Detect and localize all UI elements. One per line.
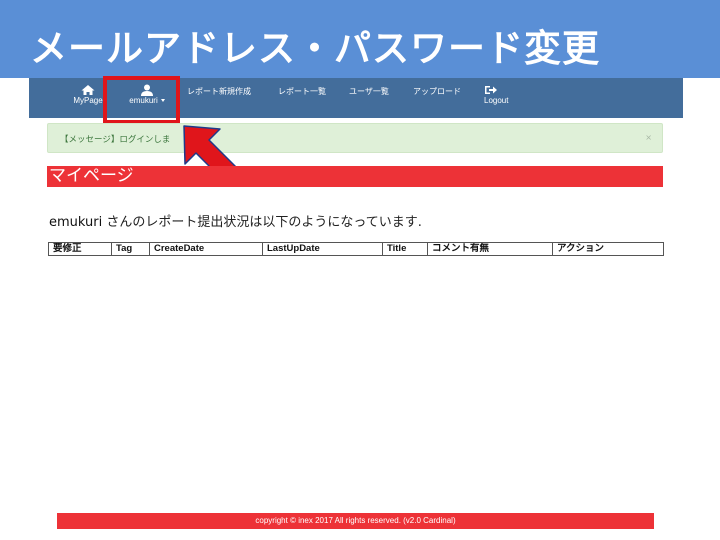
nav-item-logout[interactable]: Logout: [484, 84, 508, 105]
nav-item-new-report[interactable]: レポート新規作成: [187, 86, 251, 97]
nav-item-user-list[interactable]: ユーザ一覧: [349, 86, 389, 97]
nav-item-mypage[interactable]: MyPage: [73, 84, 103, 105]
column-header[interactable]: Title: [382, 242, 428, 256]
column-header[interactable]: 要修正: [48, 242, 112, 256]
alert-text: 【メッセージ】ログインしま: [60, 135, 171, 145]
slide-title-band: メールアドレス・パスワード変更: [0, 0, 720, 78]
column-header[interactable]: Tag: [111, 242, 150, 256]
nav-item-label: Logout: [484, 96, 509, 105]
slide-title: メールアドレス・パスワード変更: [30, 27, 600, 70]
table-header-row: 要修正 Tag CreateDate LastUpDate Title コメント…: [48, 242, 664, 256]
close-icon[interactable]: ×: [645, 133, 652, 142]
nav-item-upload[interactable]: アップロード: [413, 86, 461, 97]
nav-item-label: MyPage: [73, 96, 103, 105]
home-icon: [81, 85, 95, 95]
column-header[interactable]: アクション: [553, 243, 664, 256]
highlight-box: [103, 76, 180, 124]
slide: メールアドレス・パスワード変更 MyPage emukuri レポート新規作成 …: [0, 0, 720, 540]
column-header[interactable]: LastUpDate: [262, 242, 383, 256]
status-text: さんのレポート提出状況は以下のようになっています.: [102, 215, 422, 230]
footer: copyright © inex 2017 All rights reserve…: [57, 513, 654, 529]
status-username: emukuri: [49, 215, 103, 230]
page-title: マイページ: [49, 166, 134, 186]
alert-message: 【メッセージ】ログインしま ×: [47, 123, 663, 153]
status-line: emukuri さんのレポート提出状況は以下のようになっています.: [49, 211, 422, 230]
column-header[interactable]: コメント有無: [427, 242, 553, 256]
column-header[interactable]: CreateDate: [149, 242, 263, 256]
report-table: 要修正 Tag CreateDate LastUpDate Title コメント…: [48, 242, 664, 256]
nav-item-report-list[interactable]: レポート一覧: [278, 86, 326, 97]
logout-icon: [485, 86, 497, 94]
footer-copyright: copyright © inex 2017 All rights reserve…: [255, 516, 456, 525]
section-heading-band: マイページ: [47, 166, 663, 187]
